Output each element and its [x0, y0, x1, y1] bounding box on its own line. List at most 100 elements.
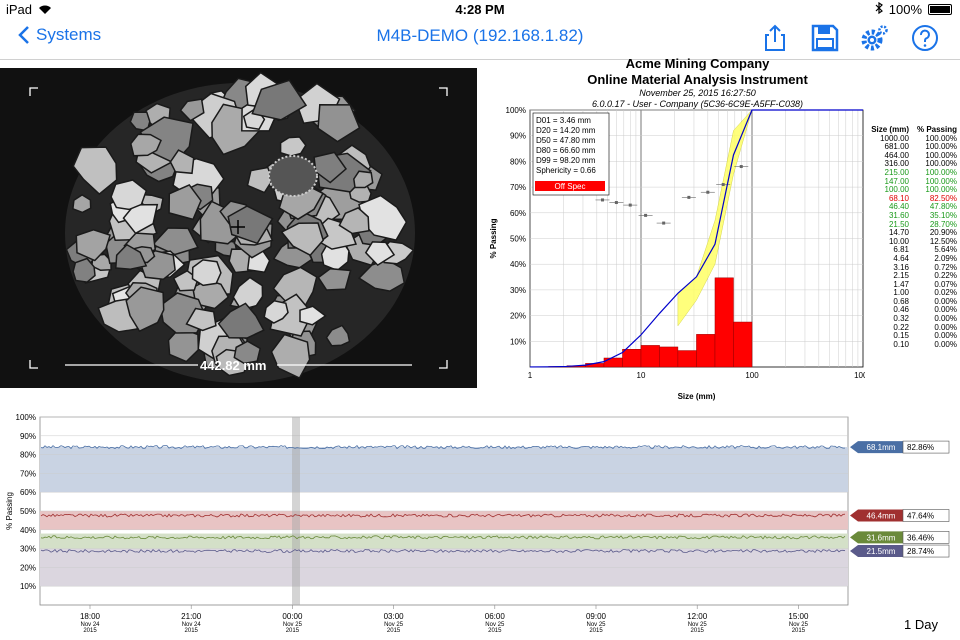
y-tick-label: 90%	[20, 432, 36, 441]
passing-trend-chart: 10% 20% 30% 40% 50% 60% 70% 80% 90% 100% % Passing…	[5, 413, 950, 634]
series-value-label: 82.86%	[907, 443, 934, 452]
histogram-bar	[714, 277, 734, 368]
x-tick-time: 06:00	[485, 612, 506, 621]
spec-band	[40, 447, 848, 493]
history-point	[662, 221, 666, 225]
battery-icon	[928, 4, 952, 15]
y-tick-label: 50%	[20, 507, 36, 516]
dark-rock	[268, 155, 318, 197]
size-passing-table: Size (mm) % Passing 1000.00 100.00% 681.00…	[865, 125, 957, 350]
y-tick-label: 20%	[20, 563, 36, 572]
series-size-label: 46.4mm	[867, 512, 896, 521]
save-icon[interactable]	[810, 23, 840, 53]
x-tick-time: 03:00	[384, 612, 405, 621]
y-tick-label: 90%	[510, 132, 526, 141]
clock: 4:28 PM	[455, 2, 505, 17]
y-tick-label: 70%	[20, 469, 36, 478]
histogram-bar	[622, 349, 642, 368]
trend-panel: 10% 20% 30% 40% 50% 60% 70% 80% 90% 100% % Passing…	[0, 408, 960, 640]
status-bar: iPad 4:28 PM 100%	[0, 0, 960, 20]
y-tick-label: 100%	[506, 106, 526, 115]
scale-bar-label: 442.82 mm	[200, 358, 267, 373]
time-cursor	[292, 417, 300, 605]
size-distribution-panel: Acme Mining Company Online Material Anal…	[480, 54, 960, 404]
camera-image[interactable]: 442.82 mm	[0, 68, 477, 388]
y-tick-label: 80%	[20, 451, 36, 460]
spec-band	[40, 511, 848, 530]
y-tick-label: 30%	[510, 286, 526, 295]
histogram-bar	[733, 321, 753, 368]
stat-line: D50 = 47.80 mm	[536, 136, 596, 145]
series-value-label: 28.74%	[907, 547, 934, 556]
x-tick-year: 2015	[83, 628, 97, 634]
histogram-bar	[677, 350, 697, 368]
histogram-bar	[603, 357, 623, 368]
y-tick-label: 80%	[510, 157, 526, 166]
y-tick-label: 100%	[16, 413, 36, 422]
off-spec-label: Off Spec	[555, 182, 586, 191]
history-point	[614, 201, 618, 205]
y-tick-label: 30%	[20, 545, 36, 554]
bluetooth-icon	[875, 1, 883, 17]
x-tick-time: 00:00	[282, 612, 303, 621]
x-tick-time: 09:00	[586, 612, 607, 621]
passing-cell: 0.00%	[934, 339, 957, 349]
y-tick-label: 60%	[510, 209, 526, 218]
y-tick-label: 40%	[510, 260, 526, 269]
history-point	[687, 195, 691, 199]
y-tick-label: 40%	[20, 526, 36, 535]
x-tick-time: 12:00	[687, 612, 708, 621]
series-value-label: 36.46%	[907, 533, 934, 542]
histogram-bar	[640, 345, 660, 368]
x-tick-year: 2015	[185, 628, 199, 634]
x-tick-label: 100	[745, 371, 759, 380]
rock-sample-image	[0, 68, 477, 388]
x-tick-year: 2015	[691, 628, 705, 634]
y-axis-label: % Passing	[489, 218, 498, 258]
x-tick-time: 18:00	[80, 612, 101, 621]
history-point	[628, 203, 632, 207]
series-size-label: 68.1mm	[867, 443, 896, 452]
histogram-bar	[659, 346, 679, 368]
spec-band	[40, 533, 848, 549]
size-cell: 0.10	[893, 339, 909, 349]
table-row: 0.10 0.00%	[865, 339, 957, 350]
history-point	[721, 183, 725, 187]
x-tick-year: 2015	[387, 628, 401, 634]
help-icon[interactable]	[910, 23, 940, 53]
x-tick-year: 2015	[488, 628, 502, 634]
history-point	[706, 190, 710, 194]
stat-line: D01 = 3.46 mm	[536, 116, 591, 125]
history-point	[644, 213, 648, 217]
stat-line: D80 = 66.60 mm	[536, 146, 596, 155]
x-tick-year: 2015	[792, 628, 806, 634]
x-tick-time: 21:00	[181, 612, 202, 621]
rock	[191, 259, 222, 287]
series-value-label: 47.64%	[907, 512, 934, 521]
x-tick-label: 1	[528, 371, 533, 380]
stat-line: D99 = 98.20 mm	[536, 156, 596, 165]
x-tick-year: 2015	[589, 628, 603, 634]
histogram-bar	[696, 334, 716, 368]
y-tick-label: 20%	[510, 312, 526, 321]
y-tick-label: 60%	[20, 488, 36, 497]
x-tick-label: 10	[637, 371, 646, 380]
y-tick-label: 10%	[20, 582, 36, 591]
size-distribution-chart: 10% 20% 30% 40% 50% 60% 70% 80% 90% 100% 1 10 100 100…	[489, 106, 865, 401]
settings-icon[interactable]	[860, 23, 890, 53]
stat-line: D20 = 14.20 mm	[536, 126, 596, 135]
y-tick-label: 10%	[510, 337, 526, 346]
share-icon[interactable]	[760, 23, 790, 53]
y-tick-label: 70%	[510, 183, 526, 192]
y-axis-label: % Passing	[5, 492, 14, 530]
history-point	[739, 165, 743, 169]
stat-line: Sphericity = 0.66	[536, 166, 596, 175]
y-tick-label: 50%	[510, 235, 526, 244]
time-range-selector[interactable]: 1 Day	[904, 617, 938, 632]
series-size-label: 21.5mm	[867, 547, 896, 556]
x-axis-label: Size (mm)	[678, 392, 716, 401]
x-tick-label: 1000	[854, 371, 865, 380]
battery-percent: 100%	[888, 2, 922, 17]
series-size-label: 31.6mm	[867, 533, 896, 542]
x-tick-year: 2015	[286, 628, 300, 634]
